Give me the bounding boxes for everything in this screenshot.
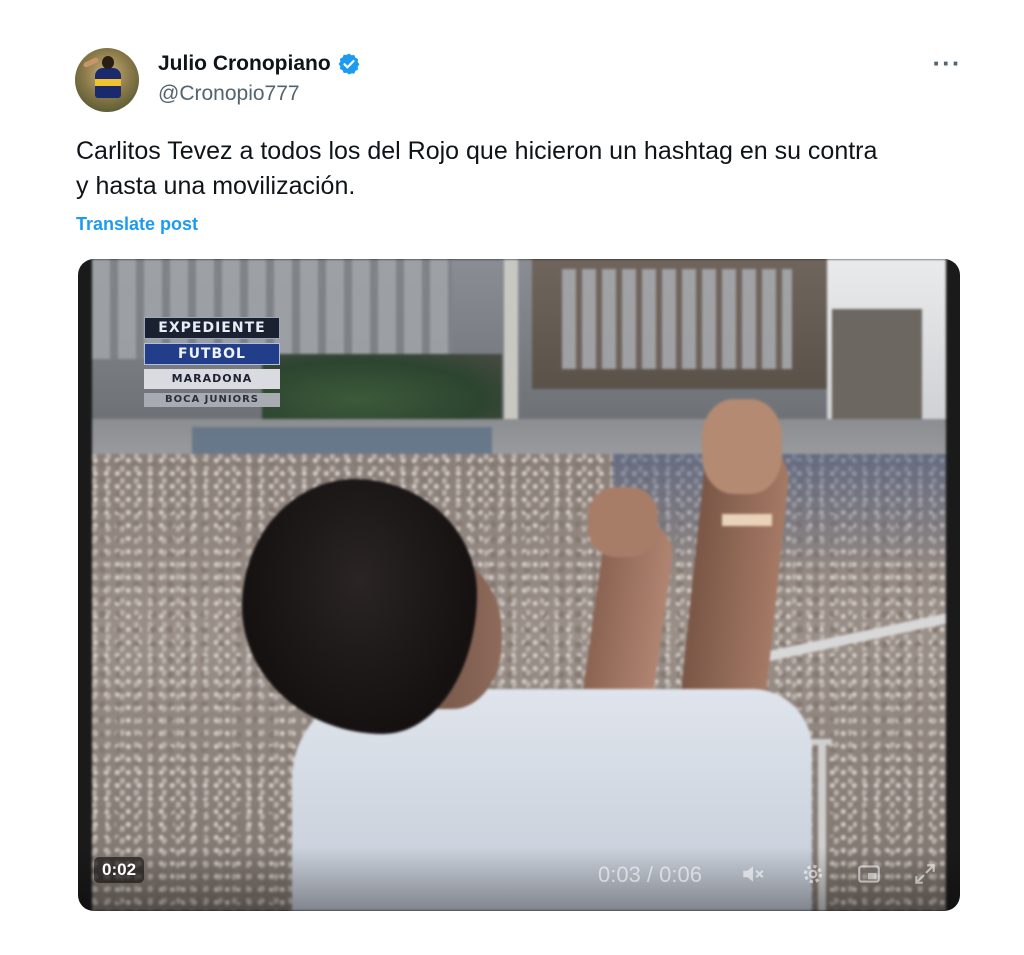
video-scene-wristband xyxy=(722,514,772,526)
video-scene-left-fist xyxy=(588,487,658,557)
settings-gear-icon[interactable] xyxy=(798,859,828,889)
post-text: Carlitos Tevez a todos los del Rojo que … xyxy=(76,134,976,204)
video-elapsed-badge: 0:02 xyxy=(94,857,145,883)
broadcast-logo-line: MARADONA xyxy=(144,369,280,389)
fullscreen-icon[interactable] xyxy=(910,859,940,889)
post-text-line-2: y hasta una movilización. xyxy=(76,172,356,200)
broadcast-logo-line: BOCA JUNIORS xyxy=(144,393,280,407)
avatar-figure-arm xyxy=(82,56,100,69)
broadcast-logo-line: FUTBOL xyxy=(144,343,280,365)
post-text-line-1: Carlitos Tevez a todos los del Rojo que … xyxy=(76,137,878,165)
translate-post-link[interactable]: Translate post xyxy=(76,214,198,235)
avatar[interactable] xyxy=(75,48,139,112)
verified-badge-icon[interactable] xyxy=(337,52,361,76)
video-scene-trees xyxy=(262,354,502,429)
author-handle[interactable]: @Cronopio777 xyxy=(158,82,300,106)
video-scene-right-fist xyxy=(702,399,782,494)
volume-muted-icon[interactable] xyxy=(738,859,768,889)
video-time-display: 0:03 / 0:06 xyxy=(598,862,702,887)
author-name-row: Julio Cronopiano xyxy=(158,50,361,78)
video-player[interactable]: EXPEDIENTE FUTBOL MARADONA BOCA JUNIORS … xyxy=(78,259,960,911)
author-display-name[interactable]: Julio Cronopiano xyxy=(158,52,331,76)
video-scene-pole xyxy=(504,259,518,429)
broadcast-logo-line: EXPEDIENTE xyxy=(144,317,280,339)
avatar-figure-stripe xyxy=(95,79,121,86)
tweet-card: Julio Cronopiano @Cronopio777 ··· Carlit… xyxy=(0,0,1024,955)
more-options-icon[interactable]: ··· xyxy=(928,48,966,78)
avatar-figure-head xyxy=(102,56,114,69)
video-scene-banner xyxy=(192,427,492,457)
video-scene-building xyxy=(832,309,922,424)
broadcast-logo: EXPEDIENTE FUTBOL MARADONA BOCA JUNIORS xyxy=(144,317,280,425)
video-scene-building-windows xyxy=(562,269,792,369)
picture-in-picture-icon[interactable] xyxy=(854,859,884,889)
